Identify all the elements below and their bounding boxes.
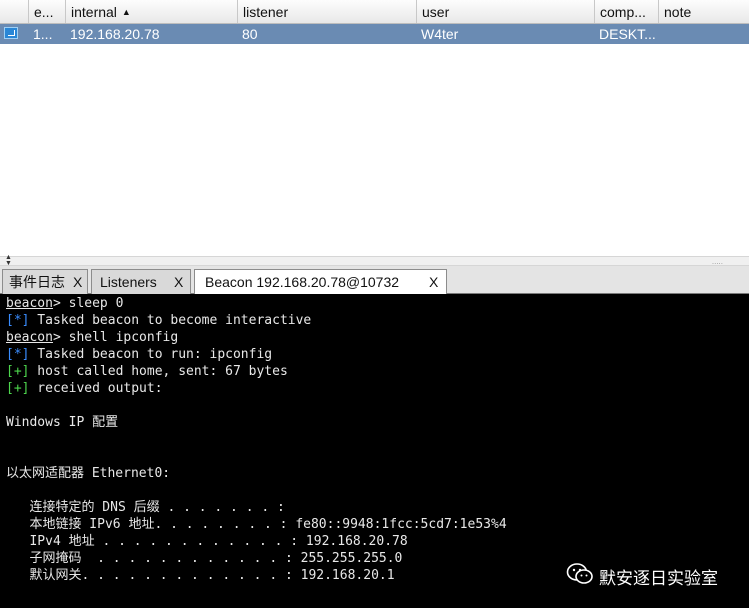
column-label: user <box>422 4 450 20</box>
console-line: 子网掩码 . . . . . . . . . . . . : 255.255.2… <box>6 551 403 566</box>
console-text: Tasked beacon to run: ipconfig <box>29 347 273 362</box>
console-line: Windows IP 配置 <box>6 415 119 430</box>
console-line: [+] host called home, sent: 67 bytes <box>6 363 288 380</box>
close-tab-icon[interactable]: X <box>174 270 183 295</box>
cell-user: W4ter <box>421 26 459 42</box>
table-header: e... internal ▲ listener user comp... not… <box>0 0 749 24</box>
tab-bar: 事件日志 X Listeners X Beacon 192.168.20.78@… <box>0 266 749 295</box>
split-pane-divider[interactable]: ▲ ▼ ..... <box>0 254 749 267</box>
column-header-note[interactable]: note <box>658 0 749 23</box>
console-prompt: beacon <box>6 330 53 345</box>
beacon-table: e... internal ▲ listener user comp... not… <box>0 0 749 256</box>
close-tab-icon[interactable]: X <box>429 270 438 295</box>
tab-event-log[interactable]: 事件日志 X <box>2 269 88 294</box>
console-text: Tasked beacon to become interactive <box>29 313 312 328</box>
console-line: 以太网适配器 Ethernet0: <box>6 466 171 481</box>
cell-external: 1... <box>33 26 53 42</box>
console-text: > sleep 0 <box>52 296 124 311</box>
console-line: [+] received output: <box>6 380 163 397</box>
column-label: internal <box>71 4 117 20</box>
column-header-listener[interactable]: listener <box>237 0 416 23</box>
console-line: beacon> shell ipconfig <box>6 329 178 346</box>
sort-ascending-icon: ▲ <box>121 7 131 17</box>
tab-listeners[interactable]: Listeners X <box>91 269 191 294</box>
console-line: 连接特定的 DNS 后缀 . . . . . . . : <box>6 500 285 515</box>
column-label: comp... <box>600 4 646 20</box>
column-header-internal[interactable]: internal ▲ <box>65 0 237 23</box>
cell-internal: 192.168.20.78 <box>70 26 160 42</box>
wechat-icon <box>566 563 593 584</box>
tab-label: 事件日志 <box>9 274 65 290</box>
column-header-user[interactable]: user <box>416 0 594 23</box>
cell-computer: DESKT... <box>599 26 656 42</box>
close-tab-icon[interactable]: X <box>73 270 82 295</box>
console-line: 默认网关. . . . . . . . . . . . . : 192.168.… <box>6 568 395 583</box>
windows-beacon-icon <box>4 27 18 39</box>
column-header-computer[interactable]: comp... <box>594 0 658 23</box>
tab-label: Listeners <box>100 274 157 290</box>
column-header-external[interactable]: e... <box>28 0 65 23</box>
tab-label: Beacon 192.168.20.78@10732 <box>205 274 400 290</box>
watermark-text: 默安逐日实验室 <box>599 569 718 589</box>
console-line: [*] Tasked beacon to become interactive <box>6 312 311 329</box>
column-label: e... <box>34 4 54 20</box>
column-label: note <box>664 4 692 20</box>
console-text: host called home, sent: 67 bytes <box>29 364 288 379</box>
ok-tag: [+] <box>6 381 30 396</box>
console-line: [*] Tasked beacon to run: ipconfig <box>6 346 272 363</box>
console-line: IPv4 地址 . . . . . . . . . . . . : 192.16… <box>6 534 408 549</box>
drag-grip-icon[interactable]: ..... <box>712 257 723 266</box>
column-label: listener <box>243 4 289 20</box>
ok-tag: [+] <box>6 364 30 379</box>
info-tag: [*] <box>6 347 30 362</box>
console-line: 本地链接 IPv6 地址. . . . . . . . : fe80::9948… <box>6 517 507 532</box>
cell-note <box>658 24 749 44</box>
console-text: > shell ipconfig <box>52 330 179 345</box>
table-row[interactable]: 1... 192.168.20.78 80 W4ter DESKT... <box>0 24 749 44</box>
console-text: received output: <box>29 381 163 396</box>
console-line: beacon> sleep 0 <box>6 295 123 312</box>
info-tag: [*] <box>6 313 30 328</box>
beacon-console[interactable]: beacon> sleep 0 [*] Tasked beacon to bec… <box>0 294 749 608</box>
console-prompt: beacon <box>6 296 53 311</box>
tab-beacon[interactable]: Beacon 192.168.20.78@10732 X <box>194 269 447 295</box>
cell-listener: 80 <box>242 26 258 42</box>
